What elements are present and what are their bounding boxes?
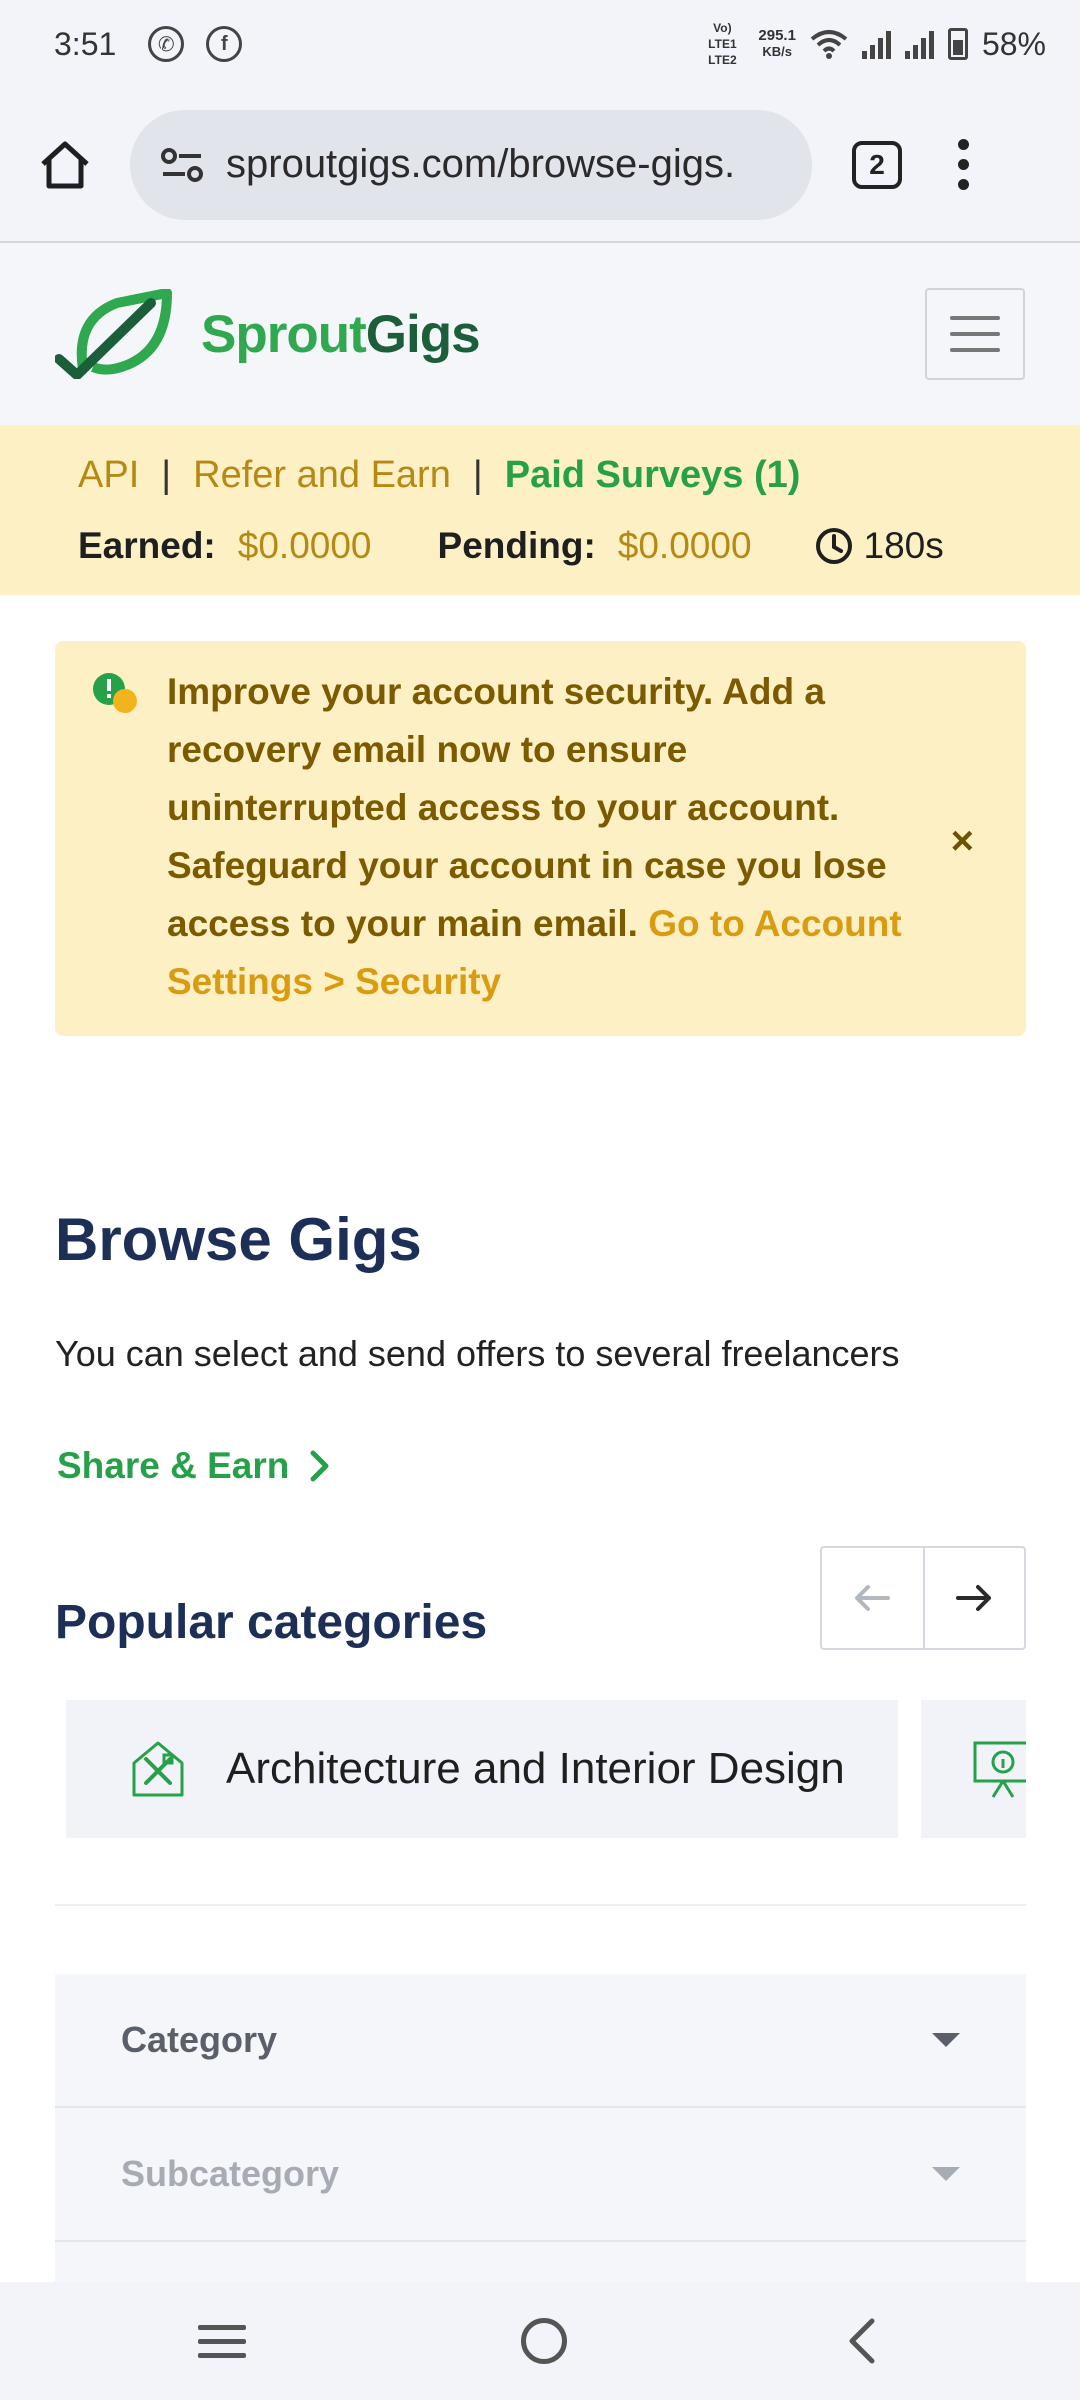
tab-switcher-button[interactable]: 2 [852, 140, 902, 189]
share-and-earn-label: Share & Earn [57, 1445, 290, 1486]
home-button[interactable] [0, 87, 130, 242]
category-label: Architecture and Interior Design [226, 1744, 845, 1793]
category-dropdown[interactable]: Category [55, 1974, 1026, 2108]
signal-icon-2 [904, 29, 934, 59]
alert-close-button[interactable]: × [951, 819, 974, 864]
carousel-next-button[interactable] [922, 1548, 1024, 1648]
address-bar[interactable]: sproutgigs.com/browse-gigs. [130, 109, 812, 220]
category-card[interactable]: Architecture and Interior Design [66, 1700, 898, 1838]
menu-dot [958, 179, 969, 190]
signal-icon-1 [861, 29, 891, 59]
battery-percent: 58% [981, 25, 1046, 62]
caret-down-icon [932, 2167, 960, 2181]
menu-line [197, 2338, 246, 2344]
carousel-prev-button[interactable] [822, 1548, 923, 1648]
back-icon[interactable] [842, 2316, 882, 2366]
category-card[interactable] [921, 1700, 1026, 1838]
link-separator: | [472, 453, 483, 496]
arrow-left-icon [855, 1585, 891, 1611]
security-alert: Improve your account security. Add a rec… [55, 641, 1026, 1036]
site-menu-button[interactable] [925, 288, 1025, 380]
hamburger-line [950, 316, 1000, 320]
logo-text-gigs: Gigs [365, 304, 481, 364]
next-filter-row [55, 2242, 1026, 2282]
earned-label: Earned: [78, 525, 216, 566]
logo-text-sprout: Sprout [201, 304, 367, 364]
menu-line [197, 2324, 246, 2330]
menu-dot [958, 159, 969, 170]
session-timer: 180s [814, 525, 944, 567]
page-subtitle: You can select and send offers to severa… [55, 1333, 900, 1374]
system-home-button[interactable] [520, 2318, 567, 2364]
recent-apps-button[interactable] [197, 2324, 246, 2358]
home-icon [41, 141, 89, 188]
presentation-icon [973, 1741, 1026, 1798]
earned-value: $0.0000 [237, 525, 372, 566]
category-carousel: Architecture and Interior Design [55, 1700, 1026, 1838]
refer-and-earn-link[interactable]: Refer and Earn [193, 454, 451, 497]
hamburger-line [950, 332, 1000, 336]
url-text[interactable]: sproutgigs.com/browse-gigs. [226, 142, 806, 187]
top-links: API | Refer and Earn | Paid Surveys (1) [78, 445, 1002, 505]
speed-value: 295.1 [758, 27, 796, 44]
site-settings-icon[interactable] [152, 135, 212, 195]
earnings-stats: Earned: $0.0000 Pending: $0.0000 180s [78, 511, 1002, 581]
architecture-icon [132, 1741, 184, 1797]
system-navigation-bar [0, 2282, 1080, 2400]
menu-dot [958, 139, 969, 150]
popular-categories-heading: Popular categories [55, 1596, 488, 1649]
menu-line [197, 2352, 246, 2358]
link-separator: | [161, 453, 172, 496]
sproutgigs-logo[interactable]: SproutGigs [55, 289, 481, 379]
share-and-earn-link[interactable]: Share & Earn [57, 1445, 331, 1487]
chevron-right-icon [310, 1450, 329, 1482]
status-bar: 3:51 ✆ f Vo) LTE1 LTE2 295.1 KB/s 58% [0, 0, 1080, 88]
site-header: SproutGigs [0, 243, 1080, 425]
category-dropdown-label: Category [121, 2019, 278, 2060]
chat-bubble-icon [93, 673, 137, 713]
tab-count: 2 [869, 148, 885, 180]
section-divider [55, 1904, 1026, 1906]
network-type-text: Vo) LTE1 LTE2 [708, 21, 737, 67]
whatsapp-icon: ✆ [148, 26, 185, 62]
pending-value: $0.0000 [617, 525, 752, 566]
browser-toolbar: sproutgigs.com/browse-gigs. 2 [0, 88, 1080, 243]
clock-icon [815, 528, 852, 564]
network-speed: 295.1 KB/s [758, 28, 796, 60]
earnings-bar: API | Refer and Earn | Paid Surveys (1) … [0, 425, 1080, 595]
page-title: Browse Gigs [55, 1206, 422, 1273]
paid-surveys-link[interactable]: Paid Surveys (1) [505, 454, 801, 497]
caret-down-icon [932, 2033, 960, 2047]
arrow-right-icon [956, 1585, 992, 1611]
category-carousel-controls [820, 1546, 1026, 1650]
pending-label: Pending: [437, 525, 596, 566]
subcategory-dropdown[interactable]: Subcategory [55, 2108, 1026, 2242]
browser-menu-button[interactable] [958, 139, 969, 190]
hamburger-line [950, 348, 1000, 352]
api-link[interactable]: API [78, 454, 139, 497]
battery-icon [947, 28, 968, 60]
speed-unit: KB/s [762, 44, 792, 59]
facebook-icon: f [206, 26, 243, 62]
timer-value: 180s [863, 525, 944, 566]
wifi-icon [810, 30, 848, 59]
status-time: 3:51 [54, 25, 117, 62]
network-type-indicator: Vo) LTE1 LTE2 [700, 20, 744, 68]
alert-message: Improve your account security. Add a rec… [167, 663, 927, 1011]
subcategory-dropdown-label: Subcategory [121, 2153, 340, 2194]
sprout-leaf-icon [55, 289, 172, 379]
